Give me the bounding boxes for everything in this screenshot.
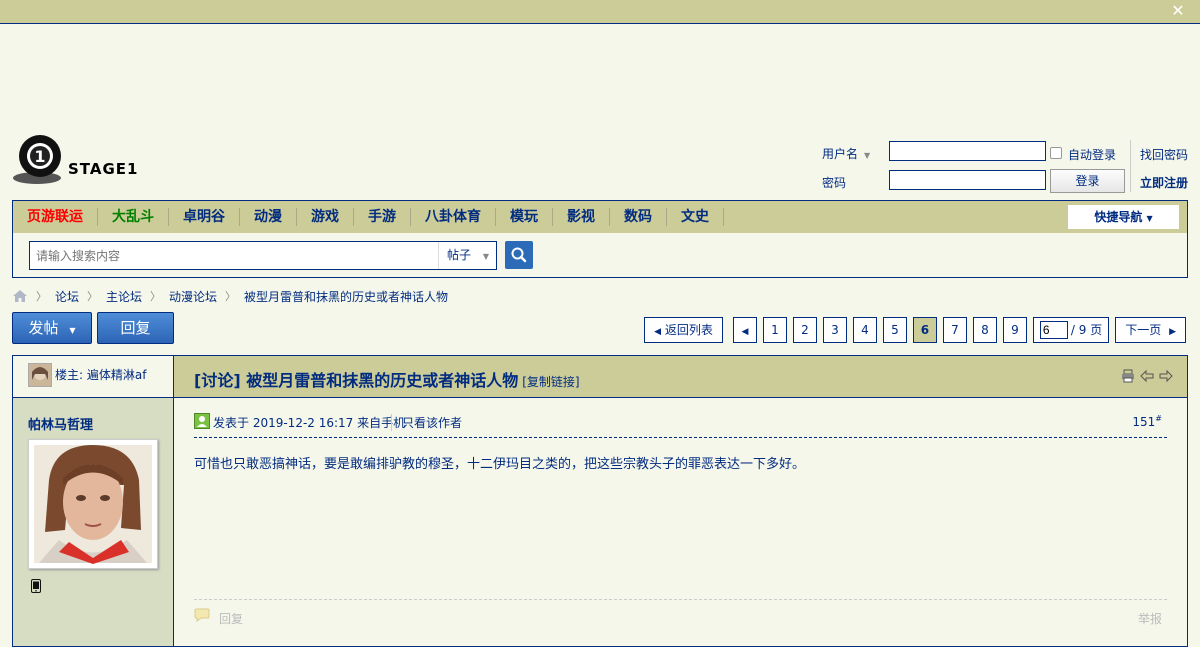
quick-nav-button[interactable]: 快捷导航 ▼ <box>1068 205 1179 229</box>
breadcrumb-thread-title[interactable]: 被型月雷普和抹黑的历史或者神话人物 <box>244 288 448 305</box>
nav-item-models[interactable]: 模玩 <box>496 208 553 226</box>
pagination: ◀ 返回列表 ◀ 1 2 3 4 5 6 7 8 9 / 9 页 下一页 ▶ <box>638 317 1186 343</box>
next-thread-icon[interactable] <box>1159 369 1173 383</box>
home-icon[interactable] <box>12 289 28 303</box>
register-link[interactable]: 立即注册 <box>1140 174 1188 191</box>
caret-left-icon: ◀ <box>741 327 749 337</box>
reply-link[interactable]: 回复 <box>219 610 243 627</box>
current-page: 6 <box>912 317 937 343</box>
thread-container: 楼主: 遍体精淋af [讨论] 被型月雷普和抹黑的历史或者神话人物 [复制链接] … <box>12 355 1188 647</box>
top-bar: ✕ <box>0 0 1200 24</box>
thread-owner-label[interactable]: 楼主: 遍体精淋af <box>55 366 146 383</box>
site-logo[interactable]: 1 STAGE1 <box>12 134 142 186</box>
thread-owner: 楼主: 遍体精淋af <box>13 356 173 398</box>
breadcrumb-main-forum[interactable]: 主论坛 <box>106 288 142 305</box>
thread-title-bar: [讨论] 被型月雷普和抹黑的历史或者神话人物 [复制链接] <box>174 356 1187 398</box>
nav-item-zhuomingu[interactable]: 卓明谷 <box>169 208 240 226</box>
reply-icon[interactable] <box>194 608 210 622</box>
nav-item-anime[interactable]: 动漫 <box>240 208 297 226</box>
nav-item-mobile-games[interactable]: 手游 <box>354 208 411 226</box>
back-to-list-button[interactable]: ◀ 返回列表 <box>644 317 723 343</box>
login-form: 用户名 ▼ 自动登录 找回密码 密码 登录 立即注册 <box>820 140 1200 195</box>
post-content: 可惜也只敢恶搞神话，要是敢编排驴教的穆圣，十二伊玛目之类的，把这些宗教头子的罪恶… <box>194 457 806 472</box>
page-link[interactable]: 2 <box>792 317 817 343</box>
caret-down-icon: ▼ <box>1146 214 1153 223</box>
caret-down-icon: ▼ <box>482 252 489 261</box>
post-floor-number[interactable]: 151# <box>1132 414 1162 429</box>
nav-item-brawl[interactable]: 大乱斗 <box>98 208 169 226</box>
auto-login-label: 自动登录 <box>1068 148 1117 162</box>
nav-item-games[interactable]: 游戏 <box>297 208 354 226</box>
page-jump-input[interactable] <box>1039 321 1068 339</box>
svg-text:1: 1 <box>34 147 45 166</box>
nav-item-digital[interactable]: 数码 <box>610 208 667 226</box>
new-post-button[interactable]: 发帖 ▼ <box>12 312 92 344</box>
post-meta: 发表于 2019-12-2 16:17 来自手机 只看该作者 151# <box>194 411 1167 438</box>
nav-item-webgames[interactable]: 页游联运 <box>13 208 98 226</box>
page-link[interactable]: 4 <box>852 317 877 343</box>
search-input[interactable] <box>30 242 442 269</box>
print-icon[interactable] <box>1121 369 1135 383</box>
search-icon <box>511 247 527 263</box>
close-icon[interactable]: ✕ <box>1170 3 1186 19</box>
nav-item-gossip-sports[interactable]: 八卦体育 <box>411 208 496 226</box>
breadcrumb-separator: 〉 <box>87 290 99 303</box>
breadcrumb-anime-forum[interactable]: 动漫论坛 <box>169 288 217 305</box>
post-body: 发表于 2019-12-2 16:17 来自手机 只看该作者 151# 可惜也只… <box>194 398 1167 646</box>
total-pages-label: / 9 页 <box>1070 323 1103 337</box>
breadcrumb-forum[interactable]: 论坛 <box>55 288 79 305</box>
thread-title: [讨论] 被型月雷普和抹黑的历史或者神话人物 [复制链接] <box>194 371 580 390</box>
nav-item-film[interactable]: 影视 <box>553 208 610 226</box>
forgot-password-link[interactable]: 找回密码 <box>1140 146 1188 163</box>
search-box: 帖子 ▼ <box>29 241 497 270</box>
chevron-down-icon: ▼ <box>864 151 871 160</box>
post-author-name[interactable]: 帕林马哲理 <box>28 414 93 433</box>
mobile-phone-icon <box>31 579 41 593</box>
prev-page-button[interactable]: ◀ <box>732 317 757 343</box>
user-avatar[interactable] <box>28 439 158 569</box>
logo-text: STAGE1 <box>68 160 139 178</box>
breadcrumb: 〉 论坛 〉 主论坛 〉 动漫论坛 〉 被型月雷普和抹黑的历史或者神话人物 <box>12 287 448 305</box>
caret-right-icon: ▶ <box>1169 327 1176 337</box>
post-author-panel: 帕林马哲理 <box>13 398 173 646</box>
caret-left-icon: ◀ <box>654 327 662 337</box>
main-nav: 页游联运 大乱斗 卓明谷 动漫 游戏 手游 八卦体育 模玩 影视 数码 文史 快… <box>12 200 1188 234</box>
online-status-icon <box>194 413 210 429</box>
next-page-button[interactable]: 下一页 ▶ <box>1115 317 1186 343</box>
username-label[interactable]: 用户名 ▼ <box>822 145 870 162</box>
reply-button[interactable]: 回复 <box>97 312 174 344</box>
owner-avatar[interactable] <box>28 363 52 387</box>
search-type-select[interactable]: 帖子 ▼ <box>438 242 496 269</box>
auto-login-checkbox[interactable] <box>1050 147 1062 159</box>
only-author-link[interactable]: 只看该作者 <box>391 414 462 431</box>
divider <box>1130 140 1131 192</box>
post-footer: 回复 举报 <box>194 599 1167 630</box>
login-button[interactable]: 登录 <box>1050 169 1125 193</box>
page-link[interactable]: 3 <box>822 317 847 343</box>
page-link[interactable]: 9 <box>1002 317 1027 343</box>
page-link[interactable]: 1 <box>762 317 787 343</box>
breadcrumb-separator: 〉 <box>150 290 162 303</box>
prev-thread-icon[interactable] <box>1140 369 1154 383</box>
post-timestamp: 发表于 2019-12-2 16:17 来自手机 <box>213 416 406 430</box>
breadcrumb-separator: 〉 <box>225 290 237 303</box>
password-input[interactable] <box>889 170 1046 190</box>
report-link[interactable]: 举报 <box>1138 610 1162 627</box>
page-jump: / 9 页 <box>1032 317 1110 343</box>
password-label: 密码 <box>822 176 847 190</box>
page-link[interactable]: 7 <box>942 317 967 343</box>
nav-item-history[interactable]: 文史 <box>667 208 724 226</box>
caret-down-icon: ▼ <box>69 326 76 335</box>
search-button[interactable] <box>505 241 533 269</box>
search-bar: 帖子 ▼ <box>12 233 1188 278</box>
page-link[interactable]: 5 <box>882 317 907 343</box>
page-link[interactable]: 8 <box>972 317 997 343</box>
logo-emblem-icon: 1 <box>13 135 61 184</box>
breadcrumb-separator: 〉 <box>36 290 47 303</box>
copy-link-button[interactable]: [复制链接] <box>522 375 579 389</box>
username-input[interactable] <box>889 141 1046 161</box>
